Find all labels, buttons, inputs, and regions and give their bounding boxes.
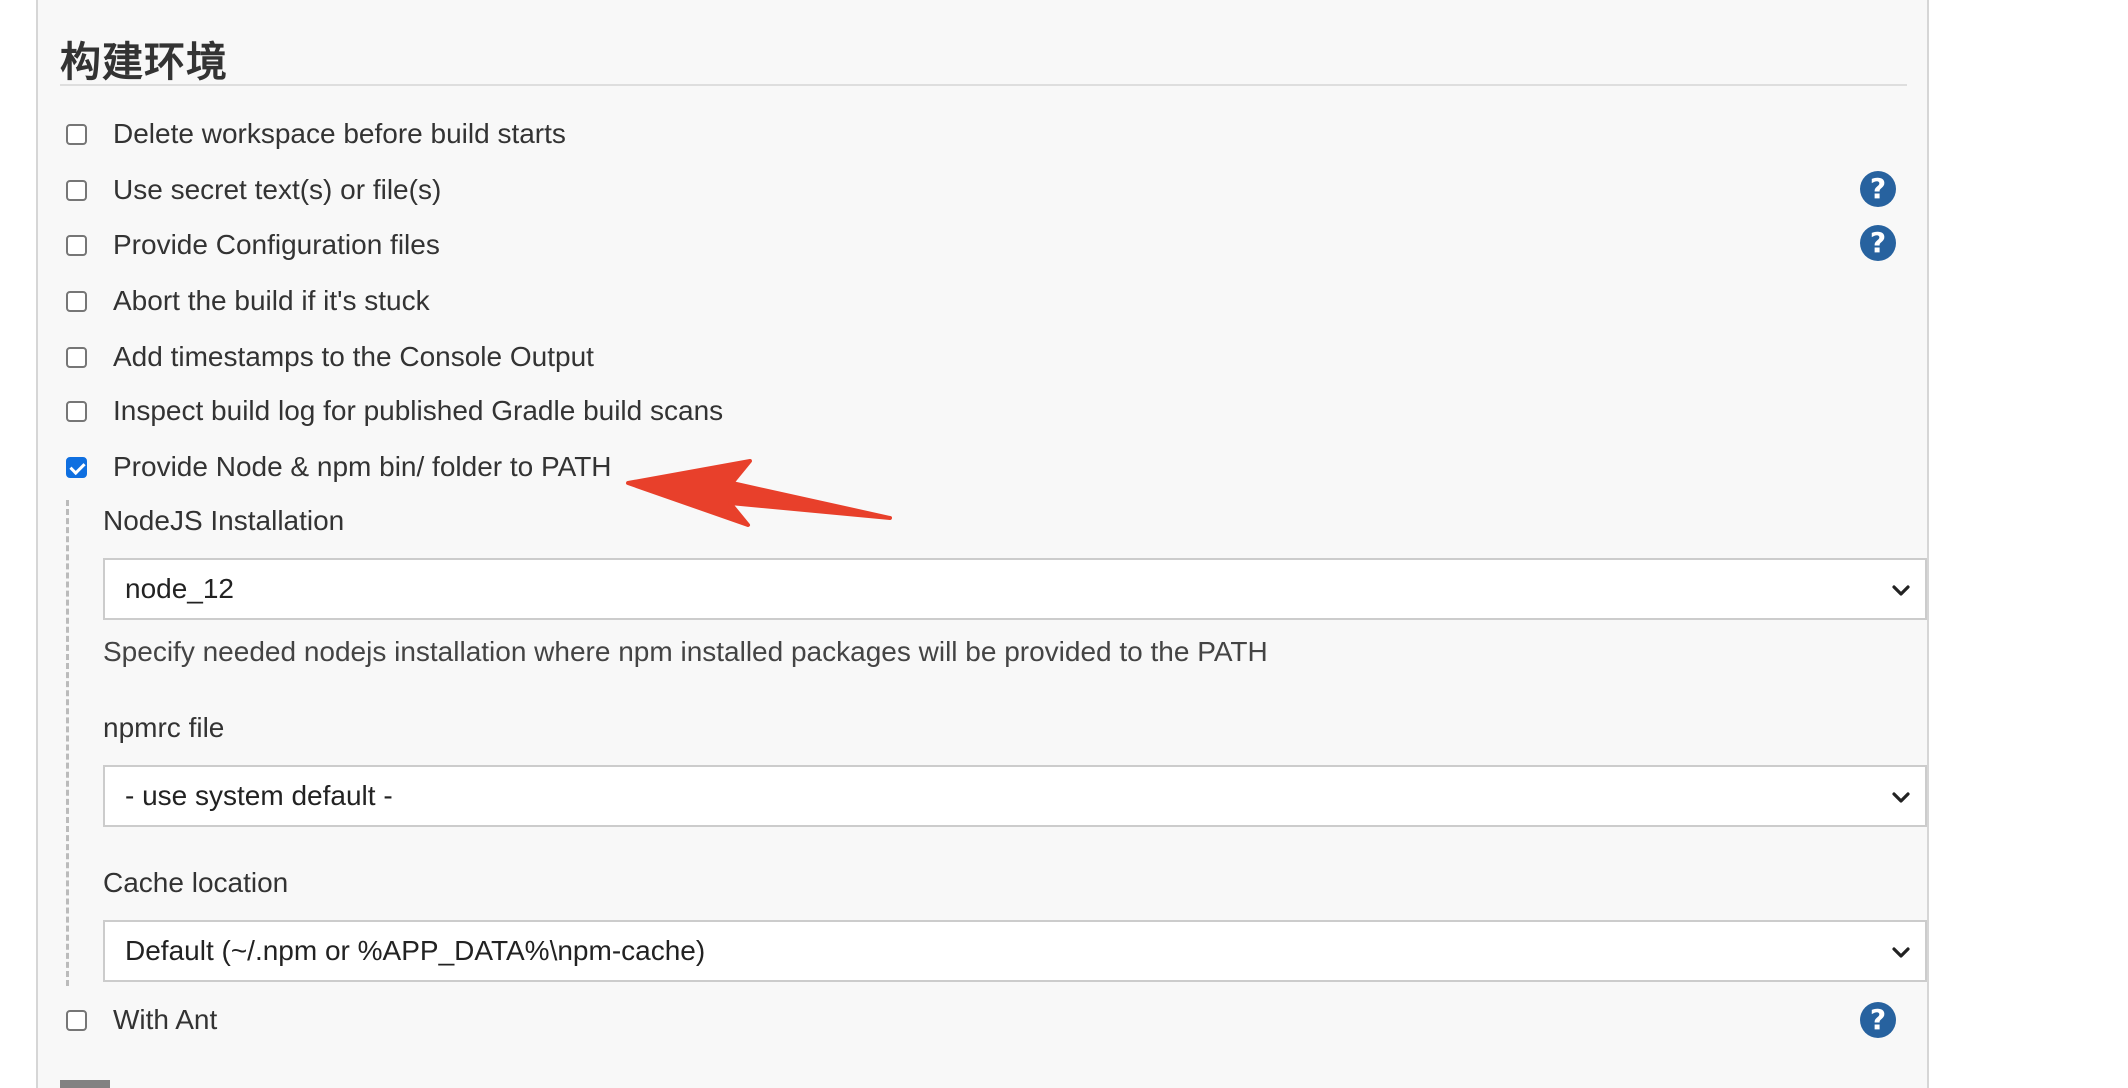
option-label: Inspect build log for published Gradle b…: [113, 395, 724, 426]
select-value: node_12: [125, 573, 235, 604]
option-with-ant[interactable]: With Ant: [66, 1000, 217, 1040]
cache-location-label: Cache location: [103, 867, 289, 898]
nodejs-installation-select[interactable]: node_12: [103, 558, 1927, 620]
chevron-down-icon: [1892, 585, 1910, 596]
npmrc-file-select[interactable]: - use system default -: [103, 765, 1927, 827]
npmrc-file-label: npmrc file: [103, 712, 225, 743]
option-abort-stuck[interactable]: Abort the build if it's stuck: [66, 281, 430, 321]
checkbox[interactable]: [66, 346, 87, 368]
section-divider: [60, 84, 1907, 86]
option-label: Delete workspace before build starts: [113, 118, 566, 149]
option-label: With Ant: [113, 1004, 218, 1035]
section-title: 构建环境: [60, 38, 228, 86]
option-label: Use secret text(s) or file(s): [113, 174, 442, 205]
checkbox[interactable]: [66, 290, 87, 312]
option-label: Abort the build if it's stuck: [113, 285, 430, 316]
option-config-files[interactable]: Provide Configuration files: [66, 225, 440, 265]
checkbox[interactable]: [66, 234, 87, 256]
option-label: Add timestamps to the Console Output: [113, 341, 594, 372]
checkbox-checked[interactable]: [66, 456, 87, 478]
help-icon[interactable]: ?: [1860, 171, 1896, 207]
option-timestamps[interactable]: Add timestamps to the Console Output: [66, 337, 594, 377]
option-label: Provide Node & npm bin/ folder to PATH: [113, 451, 612, 482]
cache-location-select[interactable]: Default (~/.npm or %APP_DATA%\npm-cache): [103, 920, 1927, 982]
option-delete-workspace[interactable]: Delete workspace before build starts: [66, 114, 566, 154]
next-section-title-cutoff: [60, 1080, 110, 1088]
option-gradle-scans[interactable]: Inspect build log for published Gradle b…: [66, 391, 723, 431]
checkbox[interactable]: [66, 400, 87, 422]
select-value: - use system default -: [125, 780, 393, 811]
help-icon[interactable]: ?: [1860, 225, 1896, 261]
checkbox[interactable]: [66, 179, 87, 201]
chevron-down-icon: [1892, 947, 1910, 958]
nodejs-installation-label: NodeJS Installation: [103, 505, 345, 536]
select-value: Default (~/.npm or %APP_DATA%\npm-cache): [125, 935, 706, 966]
option-label: Provide Configuration files: [113, 229, 440, 260]
checkbox[interactable]: [66, 123, 87, 145]
chevron-down-icon: [1892, 792, 1910, 803]
option-provide-node-npm[interactable]: Provide Node & npm bin/ folder to PATH: [66, 447, 612, 487]
option-secret-text[interactable]: Use secret text(s) or file(s): [66, 170, 441, 210]
help-icon[interactable]: ?: [1860, 1002, 1896, 1038]
nested-config-indent: [66, 500, 69, 986]
nodejs-installation-description: Specify needed nodejs installation where…: [103, 636, 1268, 667]
checkbox[interactable]: [66, 1009, 87, 1031]
